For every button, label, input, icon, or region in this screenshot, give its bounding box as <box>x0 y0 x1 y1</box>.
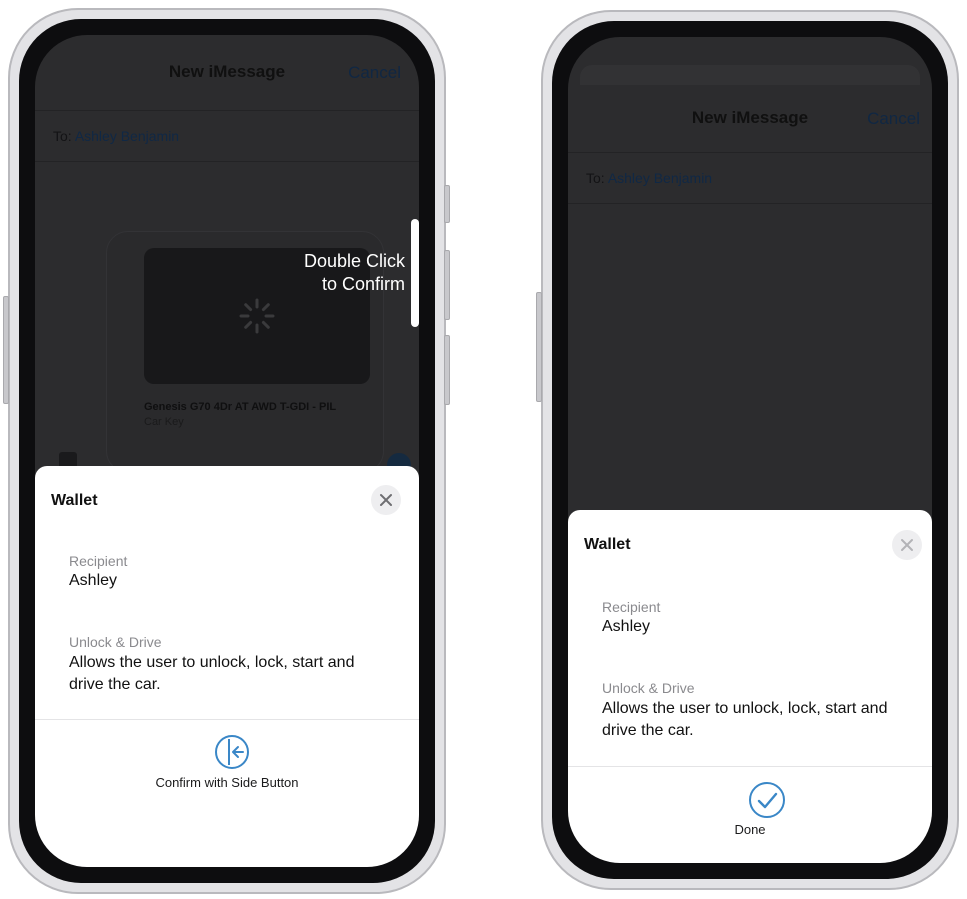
right-permission-label: Unlock & Drive <box>602 680 695 696</box>
right-phone-action-button <box>536 292 542 402</box>
right-done-label[interactable]: Done <box>568 822 932 837</box>
left-permission-value: Allows the user to unlock, lock, start a… <box>69 654 355 693</box>
left-car-key-title: Genesis G70 4Dr AT AWD T-GDI - PIL <box>144 401 337 413</box>
left-recipient-value: Ashley <box>69 572 118 589</box>
right-phone-bezel: New iMessage Cancel To: Ashley Benjamin … <box>552 21 948 879</box>
right-to-row[interactable]: To: Ashley Benjamin <box>568 152 932 204</box>
right-permission-value: Allows the user to unlock, lock, start a… <box>602 700 888 739</box>
right-sheet-divider <box>568 766 932 767</box>
left-double-click-hint: Double Click to Confirm <box>304 250 405 296</box>
right-recipient-value: Ashley <box>602 618 651 635</box>
left-phone-side-button[interactable] <box>444 185 450 223</box>
left-phone-side-button-bottom[interactable] <box>444 335 450 405</box>
left-recipient-label: Recipient <box>69 553 128 569</box>
left-confirm-side-button-label: Confirm with Side Button <box>155 775 299 790</box>
loading-spinner-icon <box>239 298 275 334</box>
side-button-icon <box>215 735 249 769</box>
left-phone-screen: New iMessage Cancel To: Ashley Benjamin <box>35 35 419 867</box>
left-to-label: To: <box>53 128 72 144</box>
right-to-field[interactable]: To: Ashley Benjamin <box>586 170 712 186</box>
right-recipient-token[interactable]: Ashley Benjamin <box>608 170 712 186</box>
left-side-button-indicator <box>411 219 419 327</box>
left-recipient-token[interactable]: Ashley Benjamin <box>75 128 179 144</box>
close-icon <box>380 494 392 506</box>
left-to-row[interactable]: To: Ashley Benjamin <box>35 110 419 162</box>
right-phone-screen: New iMessage Cancel To: Ashley Benjamin … <box>568 37 932 863</box>
right-sheet-title: Wallet <box>584 536 631 553</box>
close-icon <box>901 539 913 551</box>
right-cancel-button[interactable]: Cancel <box>867 109 920 129</box>
left-phone-frame: New iMessage Cancel To: Ashley Benjamin <box>3 8 450 894</box>
left-permission-label: Unlock & Drive <box>69 634 162 650</box>
left-close-button[interactable] <box>371 485 401 515</box>
left-sheet-title: Wallet <box>51 492 98 509</box>
left-wallet-sheet: Wallet Recipient Ashley Unlock & Drive A… <box>35 466 419 867</box>
right-recipient-label: Recipient <box>602 599 661 615</box>
right-phone-frame: New iMessage Cancel To: Ashley Benjamin … <box>536 10 959 890</box>
left-cancel-button[interactable]: Cancel <box>348 63 401 83</box>
left-nav-bar: New iMessage Cancel <box>35 35 419 119</box>
right-wallet-sheet: Wallet Recipient Ashley Unlock & Drive A… <box>568 510 932 863</box>
left-phone-action-button <box>3 296 9 404</box>
left-to-field[interactable]: To: Ashley Benjamin <box>53 128 179 144</box>
left-double-click-line1: Double Click <box>303 251 405 271</box>
left-phone-bezel: New iMessage Cancel To: Ashley Benjamin <box>19 19 435 883</box>
left-car-key-subtitle: Car Key <box>144 416 184 428</box>
right-close-button[interactable] <box>892 530 922 560</box>
left-double-click-line2: to Confirm <box>321 274 405 294</box>
left-phone-side-button-lower[interactable] <box>444 250 450 320</box>
checkmark-circle-icon[interactable] <box>747 780 787 820</box>
right-to-label: To: <box>586 170 605 186</box>
left-sheet-divider <box>35 719 419 720</box>
